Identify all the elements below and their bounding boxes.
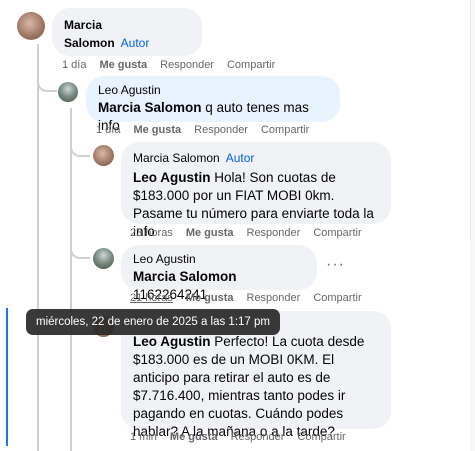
comment-bubble: Marcia Salomon Autor . (52, 8, 202, 71)
mention-link[interactable]: Leo Agustin (133, 334, 211, 349)
comment-author[interactable]: Marcia Salomon (64, 18, 115, 50)
more-options-icon[interactable]: ··· (326, 256, 345, 274)
mention-link[interactable]: Marcia Salomon (98, 100, 202, 115)
scrollbar-divider (470, 0, 471, 240)
comment-bubble: Marcia Salomon Autor Leo Agustin Hola! So… (121, 142, 391, 239)
share-button[interactable]: Compartir (313, 227, 361, 239)
focus-indicator (6, 308, 8, 446)
author-badge: Autor (225, 151, 255, 165)
comment-text: Leo Agustin Perfecto! La cuota desde $18… (133, 333, 379, 441)
avatar[interactable] (93, 248, 114, 269)
like-button[interactable]: Me gusta (186, 227, 234, 239)
reply-button[interactable]: Responder (247, 227, 301, 239)
thread-connector (70, 140, 90, 157)
avatar[interactable] (17, 12, 45, 40)
avatar[interactable] (93, 145, 114, 166)
thread-line-reply (70, 108, 72, 451)
comment-actions: 21 horas Me gusta Responder Compartir (130, 292, 375, 304)
like-button[interactable]: Me gusta (186, 292, 234, 304)
comment-bubble: Leo Agustin Marcia Salomon q auto tenes … (86, 76, 340, 133)
comment-actions: 1 min Me gusta Responder Compartir (130, 431, 359, 443)
comment-time[interactable]: 1 día (96, 124, 120, 136)
share-button[interactable]: Compartir (261, 124, 309, 136)
share-button[interactable]: Compartir (297, 431, 345, 443)
comment-actions: 23 horas Me gusta Responder Compartir (130, 227, 375, 239)
comment-author[interactable]: Marcia Salomon (133, 151, 220, 165)
comment-time[interactable]: 21 horas (130, 292, 173, 304)
comment-author[interactable]: Leo Agustin (133, 252, 305, 266)
share-button[interactable]: Compartir (313, 292, 361, 304)
reply-button[interactable]: Responder (194, 124, 248, 136)
reply-button[interactable]: Responder (231, 431, 285, 443)
comment-time[interactable]: 1 min (130, 431, 157, 443)
like-button[interactable]: Me gusta (170, 431, 218, 443)
mention-link[interactable]: Marcia Salomon (133, 269, 237, 284)
share-button[interactable]: Compartir (227, 59, 275, 71)
thread-line-root (37, 44, 39, 451)
avatar[interactable] (58, 82, 78, 102)
like-button[interactable]: Me gusta (99, 59, 147, 71)
thread-connector (70, 240, 90, 259)
comment-bubble: Leo Agustin Marcia Salomon 1162264241 (121, 245, 317, 302)
timestamp-tooltip: miércoles, 22 de enero de 2025 a las 1:1… (26, 309, 280, 335)
comment-actions: 1 día Me gusta Responder Compartir (96, 124, 322, 136)
reply-button[interactable]: Responder (160, 59, 214, 71)
comment-body: Perfecto! La cuota desde $183.000 es de … (133, 334, 365, 439)
mention-link[interactable]: Leo Agustin (133, 170, 211, 185)
thread-connector (37, 74, 57, 92)
comment-time[interactable]: 23 horas (130, 227, 173, 239)
comment-time[interactable]: 1 día (62, 59, 86, 71)
like-button[interactable]: Me gusta (133, 124, 181, 136)
comment-actions: 1 día Me gusta Responder Compartir (62, 59, 288, 71)
reply-button[interactable]: Responder (247, 292, 301, 304)
author-badge: Autor (120, 36, 150, 50)
comment-author[interactable]: Leo Agustin (98, 83, 328, 97)
